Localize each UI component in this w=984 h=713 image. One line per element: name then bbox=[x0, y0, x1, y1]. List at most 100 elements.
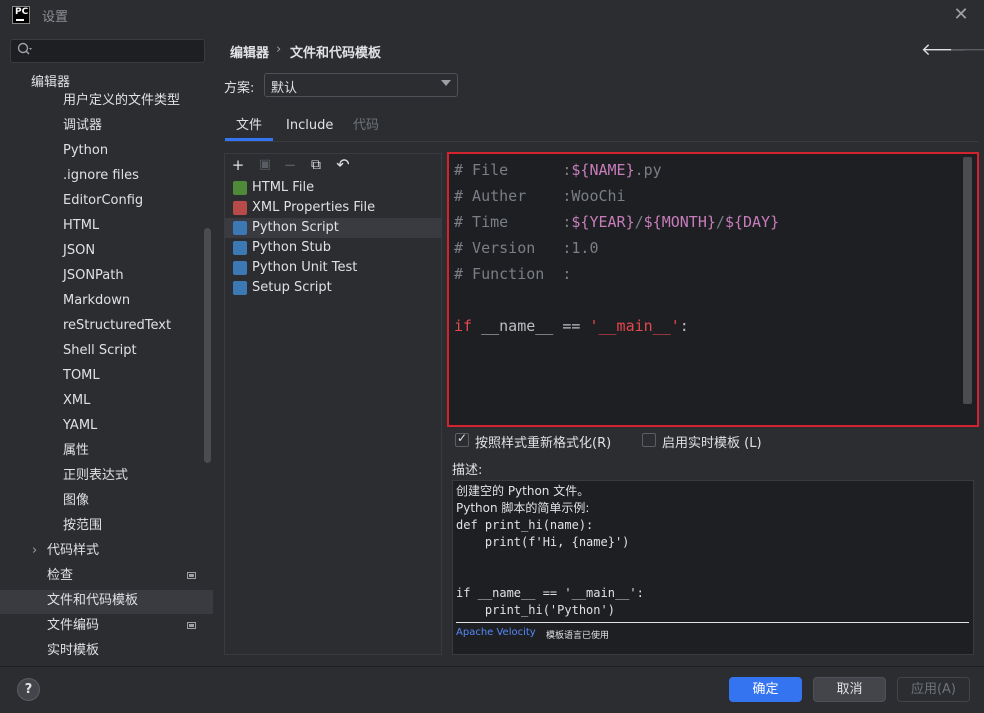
tab-files[interactable]: 文件 bbox=[225, 117, 273, 139]
code-token: ${DAY} bbox=[724, 213, 780, 231]
code-token: / bbox=[715, 213, 725, 231]
code-token: # Version :1.0 bbox=[454, 239, 599, 257]
live-template-label: 启用实时模板 (L) bbox=[662, 436, 762, 451]
project-scope-icon bbox=[187, 622, 196, 629]
code-line: if __name__ == '__main__': bbox=[454, 316, 689, 336]
sidebar-item[interactable]: .ignore files bbox=[63, 165, 139, 187]
duplicate-icon[interactable]: ⧉ bbox=[307, 156, 325, 174]
velocity-note: 模板语言已使用 bbox=[546, 631, 610, 641]
template-list-item[interactable]: HTML File bbox=[225, 178, 441, 198]
sidebar-item[interactable]: 调试器 bbox=[63, 115, 102, 137]
chevron-right-icon[interactable]: › bbox=[32, 540, 37, 562]
page-title: 文件和代码模板 bbox=[290, 46, 382, 61]
sidebar-item[interactable]: Markdown bbox=[63, 290, 130, 312]
add-icon[interactable]: + bbox=[229, 156, 247, 174]
sidebar-item[interactable]: 文件和代码模板 bbox=[47, 590, 138, 612]
apply-button[interactable]: 应用(A) bbox=[897, 677, 970, 702]
editor-scrollbar[interactable] bbox=[963, 157, 972, 404]
file-type-icon bbox=[233, 261, 247, 275]
breadcrumb-parent[interactable]: 编辑器 bbox=[230, 42, 269, 61]
description-line: print_hi('Python') bbox=[456, 603, 615, 617]
description-line: Python 脚本的简单示例: bbox=[456, 501, 590, 515]
sidebar-item[interactable]: JSON bbox=[63, 240, 95, 262]
file-type-icon bbox=[233, 181, 247, 195]
description-line: 创建空的 Python 文件。 bbox=[456, 484, 590, 498]
help-button[interactable]: ? bbox=[17, 678, 40, 701]
description-line: print(f'Hi, {name}') bbox=[456, 535, 630, 549]
code-line: # Time :${YEAR}/${MONTH}/${DAY} bbox=[454, 212, 779, 232]
template-list-item[interactable]: XML Properties File bbox=[225, 198, 441, 218]
file-type-icon bbox=[233, 221, 247, 235]
code-token: # Auther :WooChi bbox=[454, 187, 626, 205]
sidebar-item[interactable]: 图像 bbox=[63, 490, 89, 512]
description-line: if __name__ == '__main__': bbox=[456, 586, 644, 600]
sidebar-item[interactable]: 用户定义的文件类型 bbox=[63, 90, 180, 112]
sidebar-item[interactable]: reStructuredText bbox=[63, 315, 171, 337]
copy-template-icon[interactable]: ▣ bbox=[256, 156, 274, 174]
template-list-item[interactable]: Python Unit Test bbox=[225, 258, 441, 278]
reformat-label: 按照样式重新格式化(R) bbox=[475, 436, 612, 451]
code-line: # File :${NAME}.py bbox=[454, 160, 662, 180]
file-type-icon bbox=[233, 201, 247, 215]
forward-arrow-icon[interactable]: 🡒 bbox=[949, 40, 984, 60]
sidebar-item[interactable]: 属性 bbox=[63, 440, 89, 462]
code-token: ${MONTH} bbox=[643, 213, 716, 231]
template-label: Python Script bbox=[252, 220, 339, 235]
file-type-icon bbox=[233, 281, 247, 295]
template-label: XML Properties File bbox=[252, 200, 376, 215]
cancel-button[interactable]: 取消 bbox=[813, 677, 886, 702]
sidebar-item[interactable]: 文件编码 bbox=[47, 615, 99, 637]
sidebar-item[interactable]: 按范围 bbox=[63, 515, 102, 537]
close-button[interactable]: ✕ bbox=[950, 4, 972, 26]
template-list-item[interactable]: Python Script bbox=[225, 218, 441, 238]
sidebar-item[interactable]: HTML bbox=[63, 215, 99, 237]
ok-button[interactable]: 确定 bbox=[729, 677, 802, 702]
sidebar-scrollbar[interactable] bbox=[204, 228, 211, 463]
code-token: .py bbox=[634, 161, 662, 179]
code-token: ${NAME} bbox=[571, 161, 635, 179]
template-label: HTML File bbox=[252, 180, 315, 195]
reset-icon[interactable]: ↶ bbox=[334, 156, 352, 174]
live-template-checkbox[interactable] bbox=[642, 433, 656, 447]
project-scope-icon bbox=[187, 572, 196, 579]
reformat-checkbox[interactable] bbox=[455, 431, 469, 447]
description-divider bbox=[456, 622, 969, 623]
sidebar-item[interactable]: TOML bbox=[63, 365, 100, 387]
sidebar-item[interactable]: 代码样式 bbox=[47, 540, 99, 562]
tabs-divider bbox=[224, 141, 978, 142]
remove-icon[interactable]: − bbox=[281, 156, 299, 174]
apache-velocity-link[interactable]: Apache Velocity bbox=[456, 627, 536, 638]
code-token: # Function : bbox=[454, 265, 572, 283]
sidebar-item[interactable]: 检查 bbox=[47, 565, 73, 587]
tab-code[interactable]: 代码 bbox=[353, 117, 379, 139]
template-label: Setup Script bbox=[252, 280, 332, 295]
tab-include[interactable]: Include bbox=[286, 117, 333, 139]
file-type-icon bbox=[233, 241, 247, 255]
code-token: # Time : bbox=[454, 213, 572, 231]
sidebar-item[interactable]: 正则表达式 bbox=[63, 465, 128, 487]
breadcrumb-separator: › bbox=[276, 42, 282, 57]
template-list-item[interactable]: Setup Script bbox=[225, 278, 441, 298]
search-input[interactable] bbox=[10, 39, 205, 63]
code-line: # Version :1.0 bbox=[454, 238, 599, 258]
code-token: # File : bbox=[454, 161, 572, 179]
code-token: ${YEAR} bbox=[571, 213, 635, 231]
scheme-value: 默认 bbox=[271, 81, 298, 96]
description-label: 描述: bbox=[452, 463, 483, 478]
code-token: / bbox=[634, 213, 644, 231]
sidebar-item[interactable]: YAML bbox=[63, 415, 97, 437]
sidebar-item[interactable]: 实时模板 bbox=[47, 640, 99, 662]
sidebar-item[interactable]: Shell Script bbox=[63, 340, 137, 362]
sidebar-item[interactable]: EditorConfig bbox=[63, 190, 143, 212]
chevron-down-icon bbox=[441, 80, 451, 86]
sidebar-item[interactable]: XML bbox=[63, 390, 90, 412]
template-list-item[interactable]: Python Stub bbox=[225, 238, 441, 258]
title-bar bbox=[0, 0, 984, 30]
code-line: # Function : bbox=[454, 264, 571, 284]
code-token: if bbox=[454, 317, 473, 335]
description-line: def print_hi(name): bbox=[456, 518, 594, 532]
window-title: 设置 bbox=[42, 10, 69, 25]
sidebar-item[interactable]: JSONPath bbox=[63, 265, 124, 287]
template-label: Python Stub bbox=[252, 240, 332, 255]
sidebar-item[interactable]: Python bbox=[63, 140, 108, 162]
